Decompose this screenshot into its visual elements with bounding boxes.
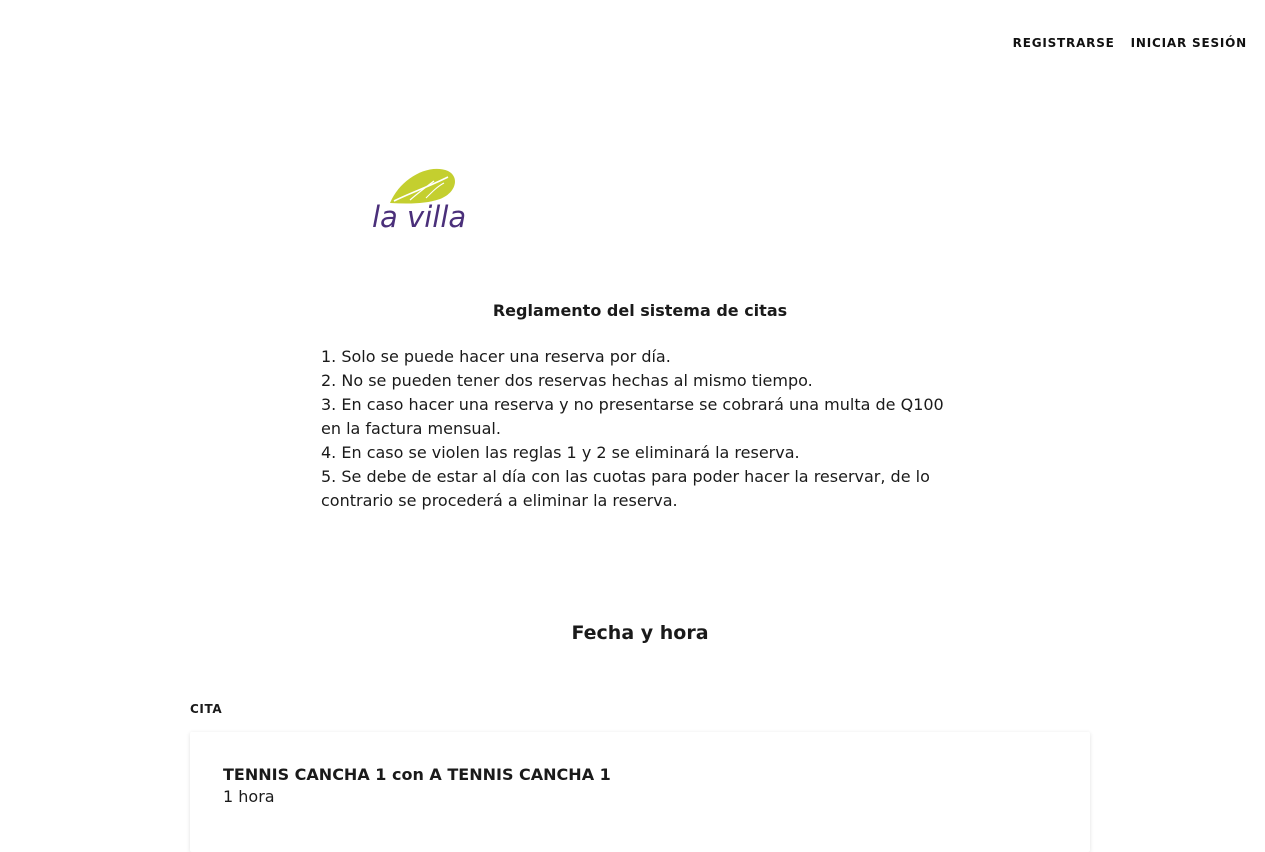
appointment-title: TENNIS CANCHA 1 con A TENNIS CANCHA 1 [223,765,611,784]
rule-item: 5. Se debe de estar al día con las cuota… [321,467,930,510]
login-link[interactable]: INICIAR SESIÓN [1131,36,1247,50]
rules-list: 1. Solo se puede hacer una reserva por d… [321,345,961,513]
appointment-duration: 1 hora [223,787,275,806]
top-nav: REGISTRARSE INICIAR SESIÓN [1013,36,1247,50]
date-time-heading: Fecha y hora [571,622,709,644]
logo-graphic: la villa [372,168,466,234]
appointment-label: CITA [190,702,223,716]
rule-item: 3. En caso hacer una reserva y no presen… [321,395,944,438]
rule-item: 2. No se pueden tener dos reservas hecha… [321,371,813,390]
register-link[interactable]: REGISTRARSE [1013,36,1115,50]
la-villa-logo: la villa [370,165,475,235]
rule-item: 1. Solo se puede hacer una reserva por d… [321,347,671,366]
logo-text: la villa [372,200,466,234]
rule-item: 4. En caso se violen las reglas 1 y 2 se… [321,443,800,462]
rules-title: Reglamento del sistema de citas [492,301,788,320]
appointment-card[interactable]: TENNIS CANCHA 1 con A TENNIS CANCHA 1 1 … [190,732,1090,852]
